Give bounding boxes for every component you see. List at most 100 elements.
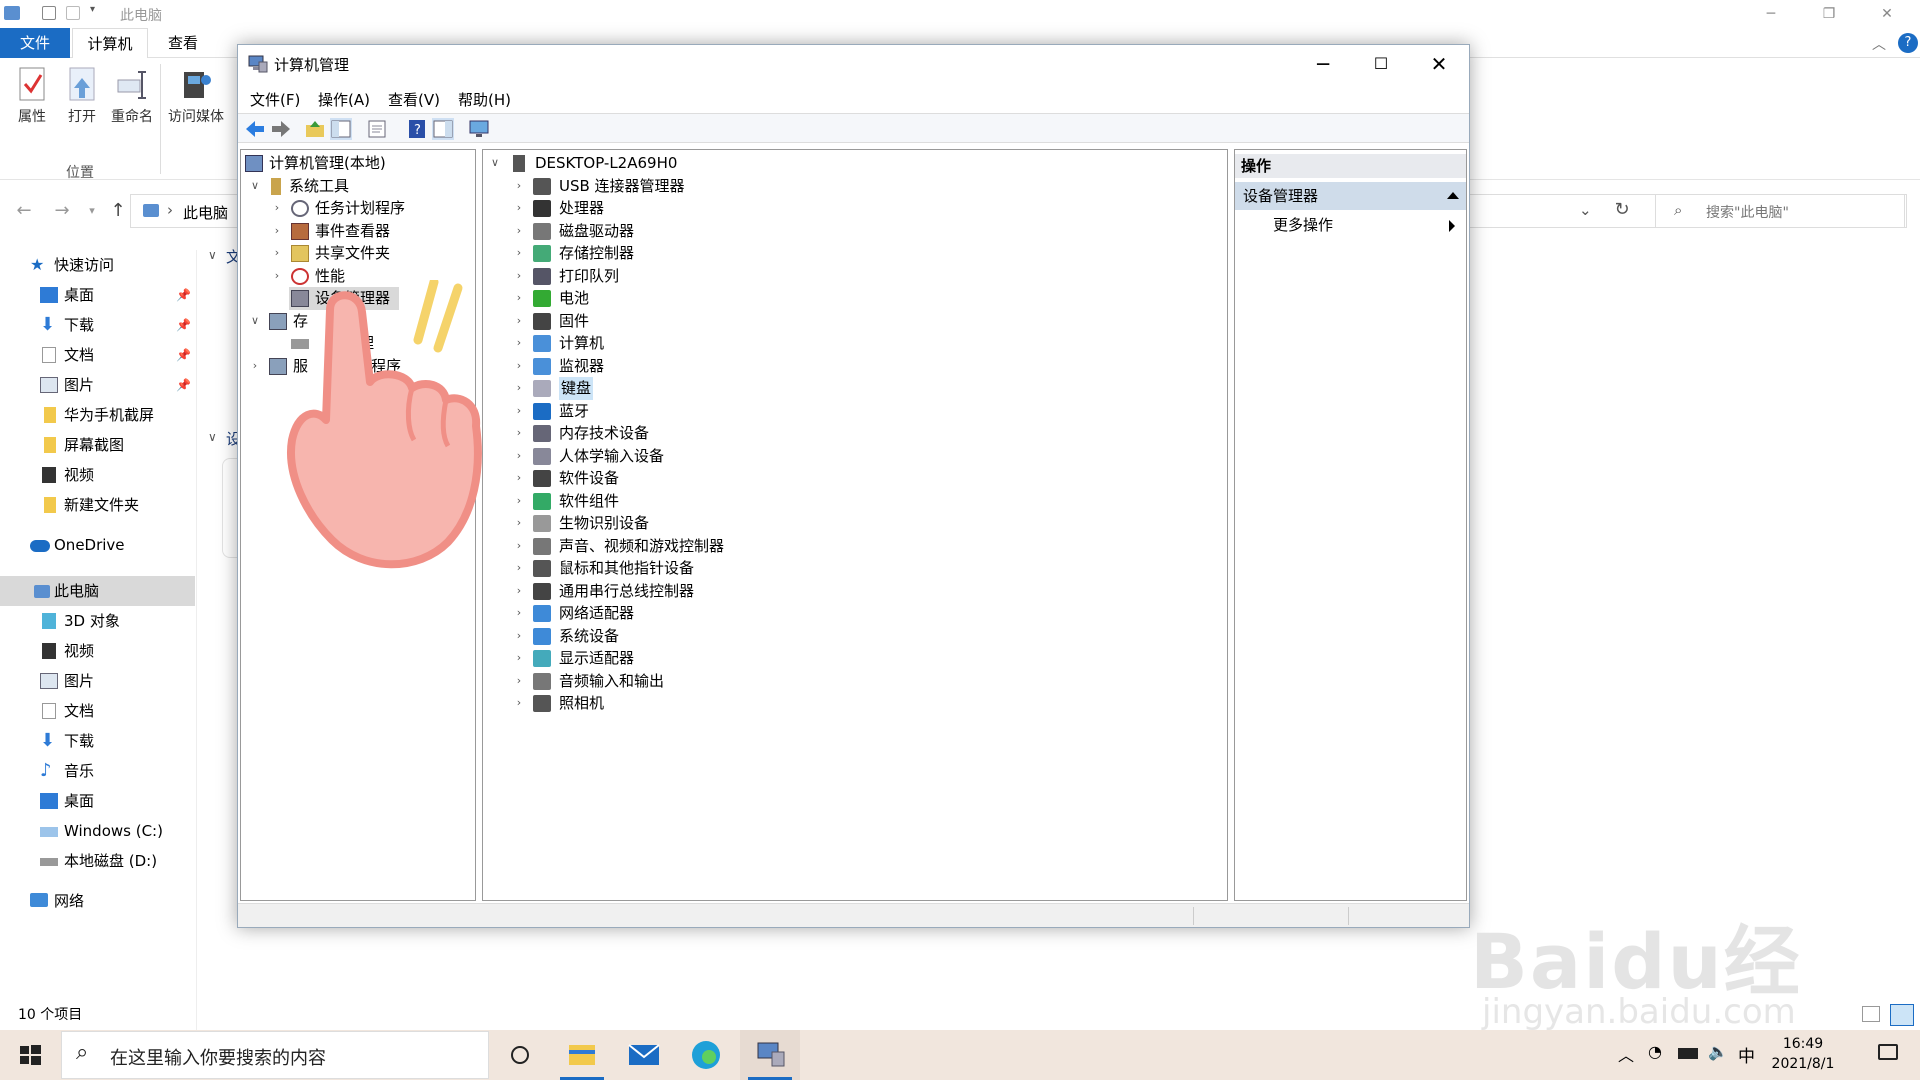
properties-checkbox-icon[interactable] [42,6,56,20]
tab-computer[interactable]: 计算机 [72,28,148,58]
tree-node-shared-folders[interactable]: › 共享文件夹 [241,242,475,265]
taskbar-search-box[interactable]: ⌕ 在这里输入你要搜索的内容 [61,1031,489,1079]
devices-group-chevron-icon[interactable]: ∨ [208,430,217,444]
nav-network[interactable]: 网络 [0,886,195,916]
device-category-row[interactable]: › 系统设备 [483,625,1223,648]
chevron-right-icon[interactable]: › [513,670,525,693]
device-category-row[interactable]: › 磁盘驱动器 [483,220,1223,243]
device-category-row[interactable]: › 声音、视频和游戏控制器 [483,535,1223,558]
nav-item[interactable]: ♪ 音乐 [0,756,195,786]
computer-management-taskbar-icon[interactable] [740,1030,800,1080]
nav-item[interactable]: 桌面 [0,786,195,816]
nav-quick-access[interactable]: ★ 快速访问 [0,250,195,280]
chevron-right-icon[interactable]: › [513,647,525,670]
device-category-row[interactable]: › 生物识别设备 [483,512,1223,535]
device-category-row[interactable]: › 网络适配器 [483,602,1223,625]
nav-item[interactable]: 本地磁盘 (D:) [0,846,195,876]
device-category-row[interactable]: › 打印队列 [483,265,1223,288]
nav-item[interactable]: 屏幕截图 [0,430,195,460]
chevron-right-icon[interactable]: › [249,355,261,378]
file-explorer-taskbar-icon[interactable] [552,1030,612,1080]
device-category-row[interactable]: › 计算机 [483,332,1223,355]
search-input[interactable]: ⌕ 搜索"此电脑" [1655,194,1907,228]
nav-item[interactable]: 图片 📌 [0,370,195,400]
device-category-row[interactable]: › 人体学输入设备 [483,445,1223,468]
mail-taskbar-icon[interactable] [614,1030,674,1080]
nav-onedrive[interactable]: OneDrive [0,530,195,560]
nav-item[interactable]: 视频 [0,636,195,666]
up-arrow-icon[interactable]: ↑ [104,200,132,221]
collapse-arrow-icon[interactable] [1447,192,1459,199]
clock[interactable]: 16:49 2021/8/1 [1758,1034,1848,1074]
chevron-right-icon[interactable]: › [513,602,525,625]
nav-item[interactable]: ⬇ 下载 📌 [0,310,195,340]
forward-arrow-icon[interactable]: → [48,200,76,221]
notification-icon[interactable] [1878,1044,1898,1060]
device-category-row[interactable]: › 存储控制器 [483,242,1223,265]
ribbon-collapse-icon[interactable]: ︿ [1872,34,1886,54]
volume-icon[interactable]: 🔈 [1708,1042,1728,1061]
up-folder-icon[interactable] [304,118,326,140]
access-media-button[interactable]: 访问媒体 [168,66,236,126]
edge-taskbar-icon[interactable] [676,1030,736,1080]
properties-sheet-icon[interactable] [366,118,388,140]
forward-arrow-icon[interactable] [270,118,292,140]
more-actions-item[interactable]: 更多操作 [1273,214,1333,235]
chevron-right-icon[interactable]: › [513,175,525,198]
device-category-row[interactable]: › 显示适配器 [483,647,1223,670]
quick-access-dropdown-icon[interactable]: ▾ [90,4,95,15]
show-action-pane-icon[interactable] [432,118,454,140]
monitor-icon[interactable] [468,118,490,140]
device-category-row[interactable]: › 软件组件 [483,490,1223,513]
task-view-button[interactable] [490,1030,550,1080]
recent-dropdown-icon[interactable]: ▾ [78,204,106,217]
restore-button[interactable]: ❐ [1800,0,1858,28]
tab-view[interactable]: 查看 [160,28,206,58]
tree-node-event-viewer[interactable]: › 事件查看器 [241,220,475,243]
pin-icon[interactable]: 📌 [176,280,191,310]
device-category-row[interactable]: › 键盘 [483,377,1223,400]
device-category-row[interactable]: › 处理器 [483,197,1223,220]
start-button[interactable] [0,1030,60,1080]
new-folder-icon[interactable] [66,6,80,20]
nav-item[interactable]: 视频 [0,460,195,490]
minimize-button[interactable]: ─ [1742,0,1800,28]
details-view-icon[interactable] [1862,1006,1880,1022]
tab-file[interactable]: 文件 [0,28,70,58]
chevron-down-icon[interactable]: ∨ [249,310,261,333]
nav-item[interactable]: 文档 [0,696,195,726]
nav-item[interactable]: 新建文件夹 [0,490,195,520]
device-category-row[interactable]: › 软件设备 [483,467,1223,490]
menu-action[interactable]: 操作(A) [318,89,370,110]
chevron-right-icon[interactable]: › [271,220,283,243]
chevron-right-icon[interactable]: › [271,197,283,220]
chevron-down-icon[interactable]: ∨ [249,175,261,198]
submenu-arrow-icon[interactable] [1449,220,1455,232]
nav-this-pc[interactable]: 此电脑 [0,576,195,606]
device-category-row[interactable]: › 内存技术设备 [483,422,1223,445]
back-arrow-icon[interactable] [244,118,266,140]
device-category-row[interactable]: › USB 连接器管理器 [483,175,1223,198]
nav-item[interactable]: 文档 📌 [0,340,195,370]
show-hidden-icons-chevron-icon[interactable]: ︿ [1618,1042,1634,1066]
wifi-icon[interactable]: ◔ [1648,1042,1662,1061]
pin-icon[interactable]: 📌 [176,340,191,370]
refresh-button[interactable]: ↻ [1604,194,1640,228]
battery-icon[interactable] [1678,1048,1698,1059]
nav-item[interactable]: ⬇ 下载 [0,726,195,756]
chevron-right-icon[interactable]: › [513,625,525,648]
nav-item[interactable]: 桌面 📌 [0,280,195,310]
pin-icon[interactable]: 📌 [176,310,191,340]
tree-node-system-tools[interactable]: ∨ 系统工具 [241,175,475,198]
chevron-right-icon[interactable]: › [513,692,525,715]
chevron-down-icon[interactable]: ∨ [489,152,501,175]
device-category-row[interactable]: › 鼠标和其他指针设备 [483,557,1223,580]
help-icon[interactable]: ? [406,118,428,140]
large-icons-view-icon[interactable] [1890,1004,1914,1026]
close-button[interactable]: ✕ [1858,0,1916,28]
ime-indicator[interactable]: 中 [1738,1042,1755,1067]
nav-item[interactable]: 华为手机截屏 [0,400,195,430]
actions-section-device-manager[interactable]: 设备管理器 [1235,182,1466,210]
device-tree-root[interactable]: ∨ DESKTOP-L2A69H0 [483,152,1223,175]
chevron-right-icon[interactable]: › [271,242,283,265]
